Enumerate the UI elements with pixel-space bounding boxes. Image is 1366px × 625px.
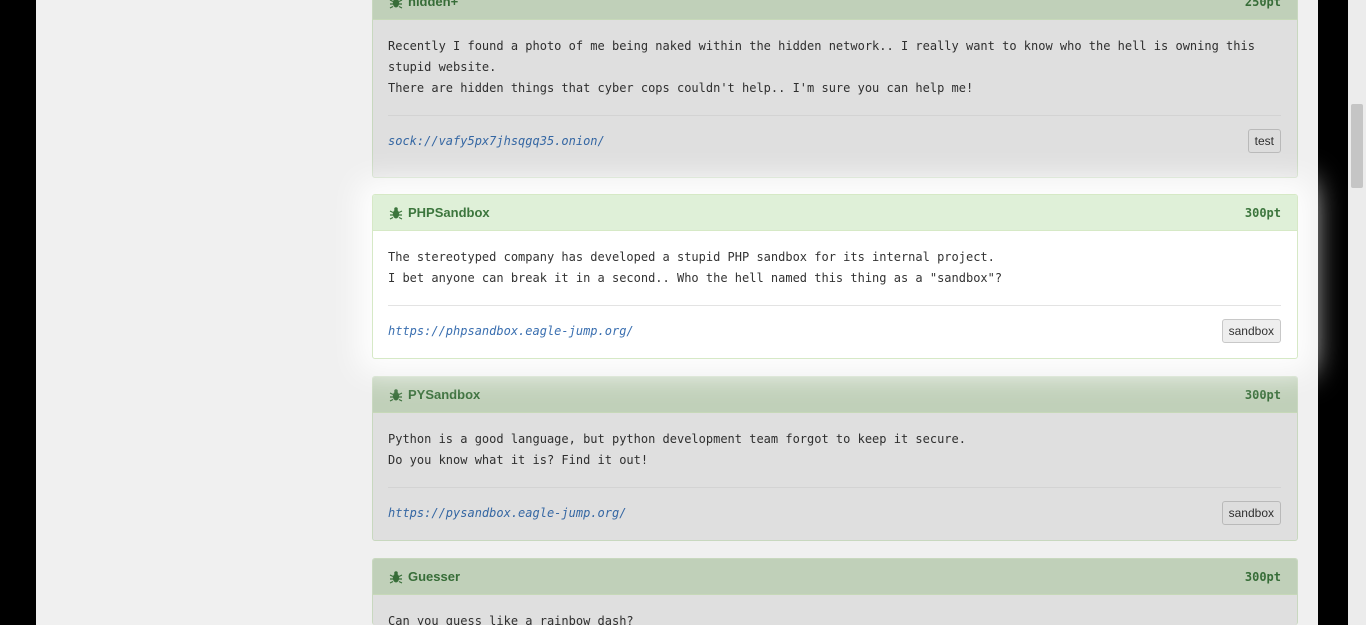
challenge-description: Can you guess like a rainbow dash? xyxy=(388,611,1281,625)
challenge-points: 300pt xyxy=(1244,387,1281,402)
challenge-description: Recently I found a photo of me being nak… xyxy=(388,36,1281,99)
challenge-title: Guesser xyxy=(408,569,461,584)
challenge-points: 250pt xyxy=(1244,0,1281,9)
challenge-description: Python is a good language, but python de… xyxy=(388,429,1281,471)
challenge-tag: sandbox xyxy=(1221,319,1281,343)
description-line: I bet anyone can break it in a second.. … xyxy=(388,271,1003,285)
challenge-title: hidden+ xyxy=(408,0,459,9)
bug-icon xyxy=(389,206,403,220)
challenge-card-guesser: Guesser 300pt Can you guess like a rainb… xyxy=(372,558,1298,625)
bug-icon xyxy=(389,0,403,9)
challenge-header[interactable]: Guesser 300pt xyxy=(373,559,1297,595)
description-line: Do you know what it is? Find it out! xyxy=(388,453,649,467)
bug-icon xyxy=(389,388,403,402)
challenge-link[interactable]: https://phpsandbox.eagle-jump.org/ xyxy=(388,324,634,338)
vertical-scrollbar[interactable] xyxy=(1348,0,1366,625)
challenge-title: PHPSandbox xyxy=(408,205,490,220)
description-line: Recently I found a photo of me being nak… xyxy=(388,39,1255,74)
challenge-card-phpsandbox: PHPSandbox 300pt The stereotyped company… xyxy=(372,194,1298,359)
challenge-title: PYSandbox xyxy=(408,387,481,402)
challenge-tag: sandbox xyxy=(1221,501,1281,525)
challenge-header[interactable]: hidden+ 250pt xyxy=(373,0,1297,20)
challenge-card-hidden-plus: hidden+ 250pt Recently I found a photo o… xyxy=(372,0,1298,178)
description-line: Can you guess like a rainbow dash? xyxy=(388,614,634,625)
challenge-header[interactable]: PYSandbox 300pt xyxy=(373,377,1297,413)
challenge-header[interactable]: PHPSandbox 300pt xyxy=(373,195,1297,231)
scrollbar-thumb[interactable] xyxy=(1351,104,1363,188)
description-line: The stereotyped company has developed a … xyxy=(388,250,995,264)
description-line: Python is a good language, but python de… xyxy=(388,432,966,446)
challenge-card-pysandbox: PYSandbox 300pt Python is a good languag… xyxy=(372,376,1298,541)
challenge-link[interactable]: sock://vafy5px7jhsqgq35.onion/ xyxy=(388,134,605,148)
challenge-description: The stereotyped company has developed a … xyxy=(388,247,1281,289)
challenge-tag: test xyxy=(1247,129,1281,153)
challenge-link[interactable]: https://pysandbox.eagle-jump.org/ xyxy=(388,506,626,520)
challenge-points: 300pt xyxy=(1244,205,1281,220)
bug-icon xyxy=(389,570,403,584)
description-line: There are hidden things that cyber cops … xyxy=(388,81,974,95)
challenge-points: 300pt xyxy=(1244,569,1281,584)
